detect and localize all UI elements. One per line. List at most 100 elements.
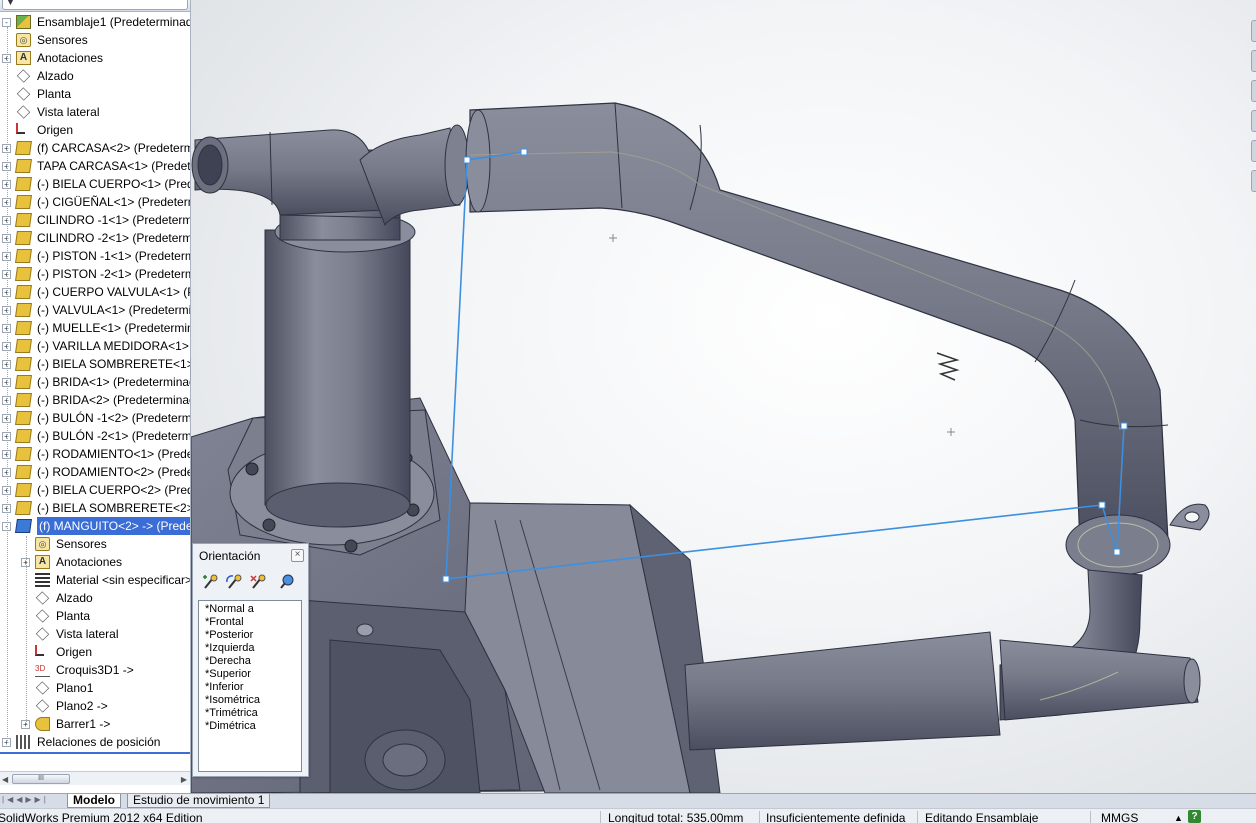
tree-item[interactable]: + A Anotaciones xyxy=(0,49,190,67)
plane-icon xyxy=(35,609,50,623)
orientation-item[interactable]: *Isométrica xyxy=(205,694,301,707)
tab-scroll-arrows[interactable]: |◀◀▶▶| xyxy=(2,795,64,807)
tree-item[interactable]: Alzado xyxy=(0,589,190,607)
tree-item[interactable]: + (-) CIGÜEÑAL<1> (Predeterm xyxy=(0,193,190,211)
tree-item[interactable]: + Relaciones de posición xyxy=(0,733,190,751)
tree-item[interactable]: Material <sin especificar> xyxy=(0,571,190,589)
tree-item-label: Origen xyxy=(56,645,93,659)
tree-item-label: Origen xyxy=(37,123,74,137)
scroll-right-arrow-icon[interactable]: ▶ xyxy=(181,775,187,784)
orientation-item[interactable]: *Superior xyxy=(205,668,301,681)
tree-item[interactable]: Planta xyxy=(0,607,190,625)
orientation-view-list[interactable]: *Normal a *Frontal *Posterior *Izquierda *De… xyxy=(198,600,302,772)
tree-item[interactable]: - Ensamblaje1 (Predeterminado xyxy=(0,13,190,31)
orientation-item[interactable]: *Frontal xyxy=(205,616,301,629)
sketch-point[interactable] xyxy=(1120,422,1128,430)
sketch-point[interactable] xyxy=(1113,548,1121,556)
orientation-item[interactable]: *Derecha xyxy=(205,655,301,668)
sketch-point[interactable] xyxy=(442,575,450,583)
tree-item[interactable]: + (-) BIELA SOMBRERETE<2> (I xyxy=(0,499,190,517)
tree-item[interactable]: Vista lateral xyxy=(0,625,190,643)
orientation-item[interactable]: *Posterior xyxy=(205,629,301,642)
sketch-point[interactable] xyxy=(520,148,528,156)
tree-item[interactable]: + (-) BRIDA<2> (Predeterminac xyxy=(0,391,190,409)
scrollbar-thumb[interactable]: III xyxy=(12,774,70,784)
tree-item[interactable]: + (-) RODAMIENTO<1> (Prede xyxy=(0,445,190,463)
task-pane-tab[interactable] xyxy=(1251,170,1256,192)
task-pane-tab[interactable] xyxy=(1251,80,1256,102)
orientation-item[interactable]: *Normal a xyxy=(205,603,301,616)
tree-item[interactable]: + (-) BULÓN -1<2> (Predeterm xyxy=(0,409,190,427)
plane-icon xyxy=(16,69,31,83)
tree-item-label: Vista lateral xyxy=(56,627,119,641)
tree-item[interactable]: + CILINDRO -2<1> (Predeterm xyxy=(0,229,190,247)
units-menu-arrow-icon[interactable]: ▲ xyxy=(1174,809,1183,823)
sketch-point[interactable] xyxy=(463,156,471,164)
tree-item[interactable]: + (-) BIELA CUERPO<1> (Prede xyxy=(0,175,190,193)
tab-modelo[interactable]: Modelo xyxy=(67,794,121,808)
tree-item[interactable]: + TAPA CARCASA<1> (Predete xyxy=(0,157,190,175)
tree-item[interactable]: Alzado xyxy=(0,67,190,85)
tree-item[interactable]: Vista lateral xyxy=(0,103,190,121)
tree-item[interactable]: Origen xyxy=(0,643,190,661)
status-bar: SolidWorks Premium 2012 x64 Edition Long… xyxy=(0,808,1256,823)
part-icon xyxy=(15,393,32,407)
part-icon xyxy=(15,267,32,281)
new-view-icon[interactable] xyxy=(201,573,219,591)
tree-item[interactable]: + (-) PISTON -2<1> (Predeterm xyxy=(0,265,190,283)
tree-item[interactable]: + (-) BRIDA<1> (Predeterminac xyxy=(0,373,190,391)
tree-item-label: Planta xyxy=(56,609,91,623)
tree-item[interactable]: + (f) CARCASA<2> (Predeterm xyxy=(0,139,190,157)
pin-dialog-icon[interactable] xyxy=(277,573,295,591)
tree-item[interactable]: + (-) BIELA SOMBRERETE<1> (I xyxy=(0,355,190,373)
tree-item[interactable]: + (-) RODAMIENTO<2> (Prede xyxy=(0,463,190,481)
tree-item[interactable]: + CILINDRO -1<1> (Predeterm xyxy=(0,211,190,229)
feature-manager-tree: ▼ - Ensamblaje1 (Predeterminado ◎ Sensores +… xyxy=(0,0,191,793)
tree-item-label: (-) MUELLE<1> (Predetermin xyxy=(37,321,191,335)
scroll-left-arrow-icon[interactable]: ◀ xyxy=(2,775,8,784)
tree-item[interactable]: + (-) BULÓN -2<1> (Predeterm xyxy=(0,427,190,445)
tree-filter-input[interactable]: ▼ xyxy=(2,0,188,10)
graphics-viewport[interactable] xyxy=(191,0,1256,793)
tree-item[interactable]: Plano2 -> xyxy=(0,697,190,715)
tree-item-label: Plano2 -> xyxy=(56,699,108,713)
tree-item[interactable]: + (-) CUERPO VALVULA<1> (Pr xyxy=(0,283,190,301)
tree-item[interactable]: + A Anotaciones xyxy=(0,553,190,571)
tree-item[interactable]: + (-) PISTON -1<1> (Predeterm xyxy=(0,247,190,265)
tree-item[interactable]: Origen xyxy=(0,121,190,139)
tree-horizontal-scrollbar[interactable]: ◀ III ▶ xyxy=(0,771,190,785)
status-edit-mode: Editando Ensamblaje xyxy=(925,811,1039,823)
task-pane-tab[interactable] xyxy=(1251,110,1256,132)
tree-item[interactable]: Planta xyxy=(0,85,190,103)
tab-estudio-movimiento[interactable]: Estudio de movimiento 1 xyxy=(127,794,271,808)
status-units[interactable]: MMGS xyxy=(1101,809,1138,823)
tree-item-label: Planta xyxy=(37,87,72,101)
tree-item[interactable]: - (f) MANGUITO<2> -> (Prede xyxy=(0,517,190,535)
orientation-item[interactable]: *Inferior xyxy=(205,681,301,694)
help-icon[interactable]: ? xyxy=(1188,810,1201,823)
orientation-item[interactable]: *Dimétrica xyxy=(205,720,301,733)
tree-item[interactable]: 3D Croquis3D1 -> xyxy=(0,661,190,679)
reset-views-icon[interactable] xyxy=(249,573,267,591)
tree-item-label: Croquis3D1 -> xyxy=(56,663,134,677)
tree-item[interactable]: + (-) BIELA CUERPO<2> (Prede xyxy=(0,481,190,499)
upper-left-elbow[interactable] xyxy=(191,124,470,227)
tree-item[interactable]: Plano1 xyxy=(0,679,190,697)
close-icon[interactable]: × xyxy=(291,549,304,562)
task-pane-tab[interactable] xyxy=(1251,20,1256,42)
collapse-icon[interactable]: - xyxy=(2,18,11,27)
tree-item[interactable]: + (-) VALVULA<1> (Predetermi xyxy=(0,301,191,319)
tree-item-label: (-) VALVULA<1> (Predetermi xyxy=(37,303,191,317)
tree-item[interactable]: ◎ Sensores xyxy=(0,535,190,553)
tree-item[interactable]: + (-) MUELLE<1> (Predetermin xyxy=(0,319,191,337)
tree-item[interactable]: ◎ Sensores xyxy=(0,31,190,49)
tree-item[interactable]: + Barrer1 -> xyxy=(0,715,190,733)
tree-item[interactable]: + (-) VARILLA MEDIDORA<1> ( xyxy=(0,337,190,355)
orientation-item[interactable]: *Trimétrica xyxy=(205,707,301,720)
task-pane-tab[interactable] xyxy=(1251,140,1256,162)
update-view-icon[interactable] xyxy=(225,573,243,591)
orientation-item[interactable]: *Izquierda xyxy=(205,642,301,655)
sketch-point[interactable] xyxy=(1098,501,1106,509)
task-pane-tab[interactable] xyxy=(1251,50,1256,72)
model-rendering[interactable] xyxy=(191,0,1256,793)
